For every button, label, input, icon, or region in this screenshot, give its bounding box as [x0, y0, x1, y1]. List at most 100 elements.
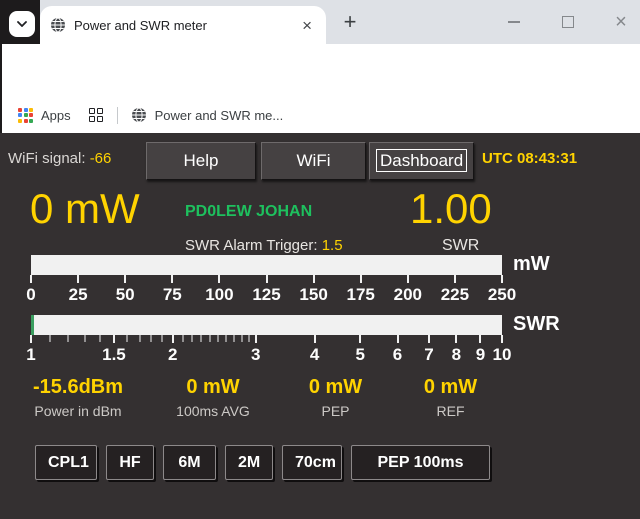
- bookmark-item[interactable]: Power and SWR me...: [155, 108, 284, 123]
- band-button-70cm[interactable]: 70cm: [282, 445, 342, 480]
- bookmarks-divider: [117, 107, 118, 124]
- wifi-signal-value: -66: [90, 150, 112, 167]
- tick-label: 8: [452, 345, 461, 365]
- major-tick: [30, 335, 32, 343]
- tick-label: 1.5: [102, 345, 126, 365]
- wifi-signal: WiFi signal: -66: [8, 150, 111, 167]
- tick-label: 150: [299, 285, 327, 305]
- band-button-6m[interactable]: 6M: [163, 445, 216, 480]
- tab-title: Power and SWR meter: [74, 18, 298, 33]
- help-button[interactable]: Help: [146, 142, 256, 180]
- swr-alarm-label: SWR Alarm Trigger:: [185, 237, 318, 254]
- squares-icon[interactable]: [89, 108, 103, 122]
- major-tick: [313, 275, 315, 283]
- major-tick: [314, 335, 316, 343]
- tick-label: 25: [69, 285, 88, 305]
- power-meter: mW 0255075100125150175200225250: [0, 255, 640, 315]
- swr-alarm-trigger: SWR Alarm Trigger: 1.5: [185, 237, 343, 254]
- swr-caption: SWR: [442, 237, 479, 255]
- major-tick: [501, 335, 503, 343]
- dashboard-button[interactable]: Dashboard: [369, 142, 474, 180]
- browser-toolbar: Not secure powermeter.local ⋮: [0, 44, 640, 97]
- major-tick: [397, 335, 399, 343]
- tick-label: 5: [355, 345, 364, 365]
- major-tick: [407, 275, 409, 283]
- band-button-pep-100ms[interactable]: PEP 100ms: [351, 445, 490, 480]
- major-tick: [428, 335, 430, 343]
- page-content: WiFi signal: -66 Help WiFi Dashboard UTC…: [0, 133, 640, 519]
- minor-tick: [201, 335, 202, 342]
- major-tick: [501, 275, 503, 283]
- tick-label: 175: [347, 285, 375, 305]
- band-button-cpl1[interactable]: CPL1: [35, 445, 97, 480]
- measurement-3: 0 mWREF: [393, 376, 508, 419]
- major-tick: [479, 335, 481, 343]
- measurement-2: 0 mW PEP: [278, 376, 393, 419]
- tick-label: 3: [251, 345, 260, 365]
- measurement-value: 0 mW: [148, 376, 278, 399]
- swr-meter: SWR 11.52345678910: [0, 315, 640, 375]
- swr-alarm-value: 1.5: [322, 237, 343, 254]
- swr-readout: 1.00: [410, 188, 492, 230]
- tick-label: 6: [393, 345, 402, 365]
- minor-tick: [50, 335, 51, 342]
- minor-tick: [162, 335, 163, 342]
- minor-tick: [234, 335, 235, 342]
- power-readout: 0 mW: [30, 188, 140, 230]
- minor-tick: [192, 335, 193, 342]
- tick-label: 10: [493, 345, 512, 365]
- browser-tab[interactable]: Power and SWR meter ×: [40, 6, 326, 44]
- band-button-hf[interactable]: HF: [106, 445, 154, 480]
- swr-meter-fill: [31, 315, 34, 335]
- minor-tick: [248, 335, 249, 342]
- measurement-value: 0 mW: [278, 376, 393, 399]
- tick-label: 125: [252, 285, 280, 305]
- tab-search-button[interactable]: [9, 11, 35, 37]
- apps-label[interactable]: Apps: [41, 108, 71, 123]
- tick-label: 250: [488, 285, 516, 305]
- major-tick: [218, 275, 220, 283]
- major-tick: [171, 275, 173, 283]
- minor-tick: [127, 335, 128, 342]
- wifi-signal-label: WiFi signal:: [8, 150, 86, 167]
- band-button-2m[interactable]: 2M: [225, 445, 273, 480]
- maximize-icon: [562, 16, 574, 28]
- minor-tick: [139, 335, 140, 342]
- measurements-row: -15.6dBmPower in dBm0 mW100ms AVG0 mWPEP…: [8, 376, 508, 419]
- new-tab-button[interactable]: +: [336, 8, 364, 36]
- measurement-value: 0 mW: [393, 376, 508, 399]
- major-tick: [454, 275, 456, 283]
- measurement-1: 0 mW 100ms AVG: [148, 376, 278, 419]
- major-tick: [266, 275, 268, 283]
- swr-meter-bar: [31, 315, 502, 335]
- tick-label: 75: [163, 285, 182, 305]
- minimize-button[interactable]: [497, 0, 531, 44]
- window-close-button[interactable]: ×: [604, 0, 638, 44]
- measurement-value: -15.6dBm: [8, 376, 148, 399]
- apps-grid-icon[interactable]: [18, 108, 33, 123]
- minor-tick: [84, 335, 85, 342]
- globe-icon: [50, 17, 66, 33]
- tick-label: 100: [205, 285, 233, 305]
- tab-close-icon[interactable]: ×: [298, 17, 316, 34]
- major-tick: [77, 275, 79, 283]
- major-tick: [359, 335, 361, 343]
- window-close-icon: ×: [615, 11, 627, 34]
- wifi-button[interactable]: WiFi: [261, 142, 366, 180]
- power-meter-scale: 0255075100125150175200225250: [31, 275, 502, 311]
- tick-label: 4: [310, 345, 319, 365]
- major-tick: [172, 335, 174, 343]
- measurement-label: Power in dBm: [8, 403, 148, 419]
- tick-label: 200: [394, 285, 422, 305]
- swr-meter-scale: 11.52345678910: [31, 335, 502, 371]
- tick-label: 2: [168, 345, 177, 365]
- callsign: PD0LEW JOHAN: [185, 203, 312, 221]
- measurement-label: PEP: [278, 403, 393, 419]
- maximize-button[interactable]: [551, 0, 585, 44]
- major-tick: [124, 275, 126, 283]
- minor-tick: [226, 335, 227, 342]
- measurement-label: 100ms AVG: [148, 403, 278, 419]
- power-meter-bar: [31, 255, 502, 275]
- tick-label: 50: [116, 285, 135, 305]
- band-buttons-row: CPL1 HF 6M 2M 70cm PEP 100ms: [35, 445, 490, 480]
